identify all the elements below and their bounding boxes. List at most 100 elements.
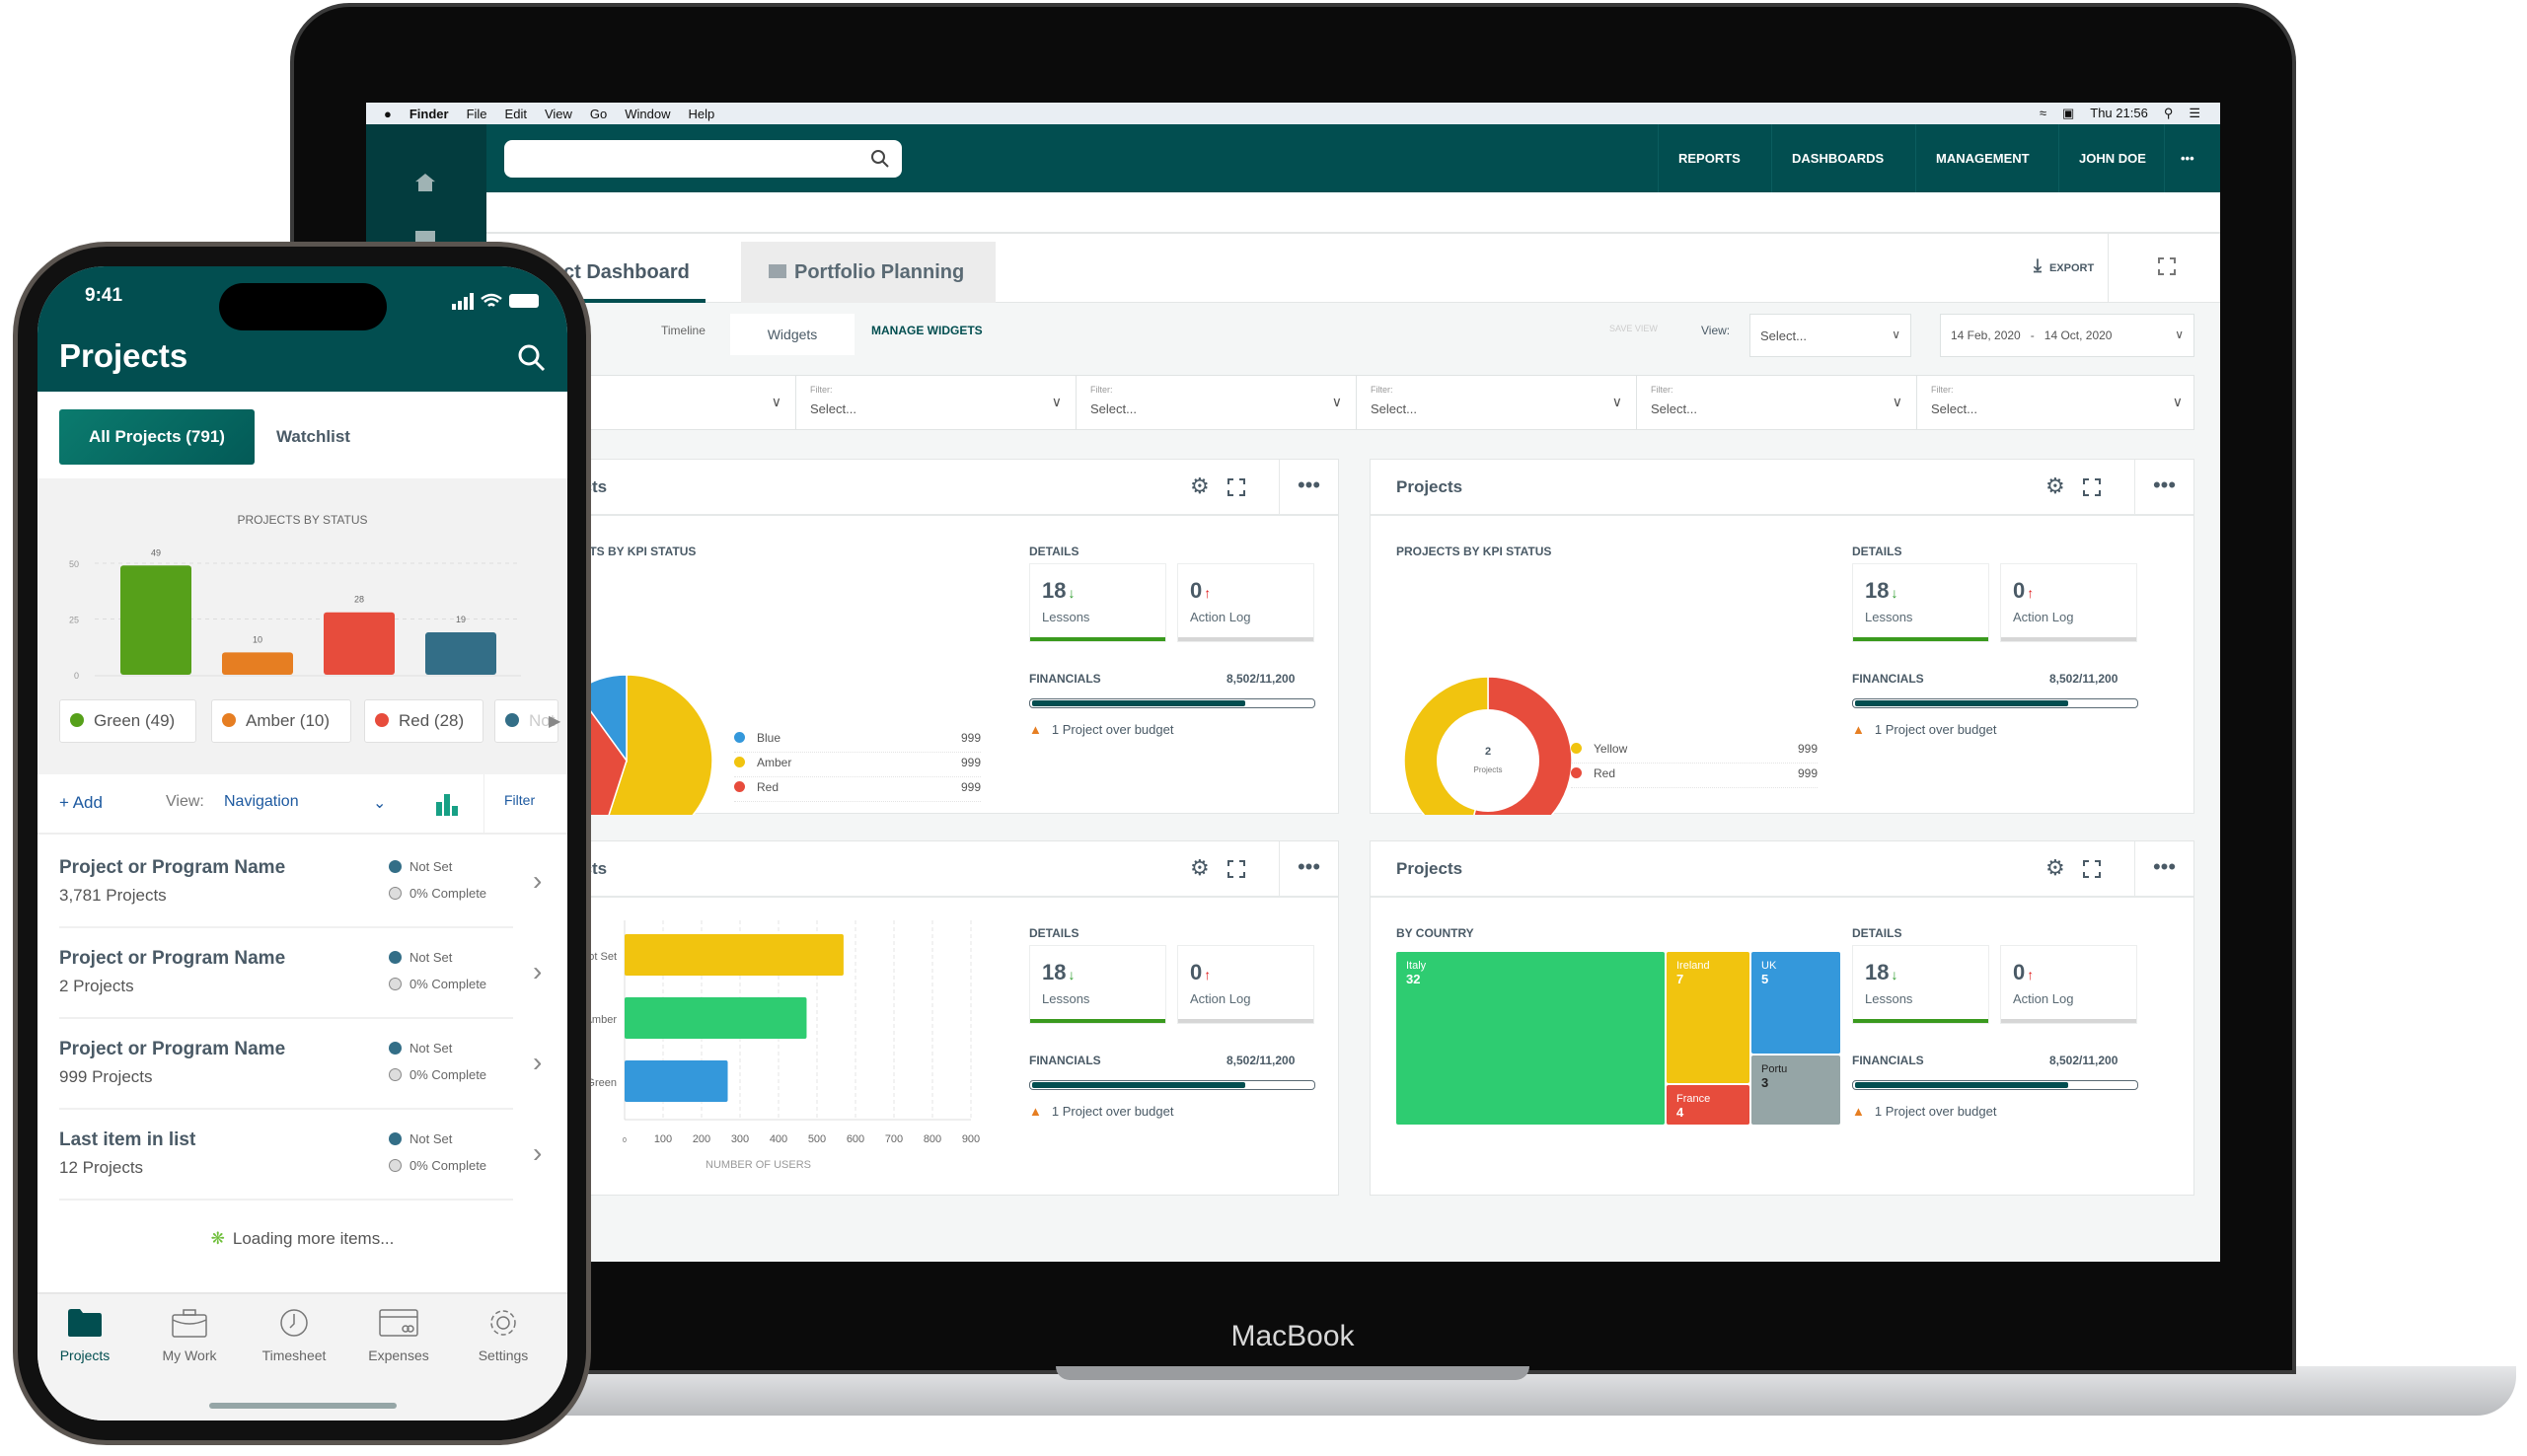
search-icon[interactable] [517, 343, 547, 373]
home-icon[interactable] [415, 174, 435, 191]
view-label: View: [1701, 324, 1731, 337]
clock[interactable]: Thu 21:56 [2090, 106, 2148, 121]
menu-finder[interactable]: Finder [409, 107, 449, 121]
view-select[interactable]: Select... ∨ [1749, 314, 1911, 357]
item-subtitle: 999 Projects [59, 1067, 153, 1086]
nav-management[interactable]: MANAGEMENT [1915, 124, 2049, 192]
search-input[interactable] [504, 140, 902, 178]
chip-amber[interactable]: Amber (10) [211, 699, 351, 743]
financials-label: FINANCIALS [1852, 1054, 1924, 1067]
battery-icon[interactable]: ▣ [2062, 106, 2074, 121]
tabbar-settings[interactable]: Settings [454, 1308, 553, 1363]
list-item[interactable]: Last item in list 12 Projects Not Set 0% Co… [59, 1110, 542, 1201]
list-item[interactable]: Project or Program Name 2 Projects Not Set… [59, 928, 542, 1019]
treemap-cell-ireland[interactable]: Ireland 7 [1667, 952, 1749, 1083]
phone-screen: 9:41 Projects All Projects (791) Watchli… [37, 266, 567, 1420]
filter-6[interactable]: Filter: Select... ∨ [1916, 376, 2196, 429]
tabbar-expenses[interactable]: Expenses [349, 1308, 448, 1363]
chevron-down-icon: ∨ [1331, 394, 1342, 409]
nav-reports[interactable]: REPORTS [1658, 124, 1760, 192]
chip-green[interactable]: Green (49) [59, 699, 196, 743]
treemap-cell-italy[interactable]: Italy 32 [1396, 952, 1665, 1125]
legend-label: Red [1594, 766, 1616, 780]
treemap-cell-france[interactable]: France 4 [1667, 1085, 1749, 1125]
progress-circle-icon [389, 887, 402, 900]
status-dot [389, 951, 402, 964]
cell-value: 3 [1761, 1075, 1769, 1090]
bar-value-label: 19 [456, 615, 466, 624]
legend-value: 999 [960, 780, 981, 794]
bar-not-set [425, 632, 496, 675]
more-menu-button[interactable]: ••• [2164, 124, 2210, 192]
treemap-cell-uk[interactable]: UK 5 [1751, 952, 1840, 1054]
action-log-card[interactable]: 0 ↑ Action Log [2000, 945, 2137, 1024]
control-center-icon[interactable]: ☰ [2189, 106, 2200, 121]
nav-dashboards[interactable]: DASHBOARDS [1771, 124, 1903, 192]
filter-3[interactable]: Filter: Select... ∨ [1076, 376, 1356, 429]
manage-widgets-link[interactable]: MANAGE WIDGETS [871, 324, 983, 337]
tab-watchlist[interactable]: Watchlist [276, 427, 350, 447]
signal-icon [452, 293, 474, 310]
filter-button[interactable]: Filter [483, 774, 567, 835]
tab-label: Expenses [368, 1347, 429, 1363]
menu-view[interactable]: View [545, 107, 572, 121]
legend-dot [734, 732, 745, 743]
legend-dot [1571, 767, 1582, 778]
filter-4[interactable]: Filter: Select... ∨ [1356, 376, 1636, 429]
x-tick-label: 400 [770, 1133, 787, 1145]
save-view-button[interactable]: SAVE VIEW [1609, 324, 1658, 333]
status-dot [375, 713, 389, 727]
legend-dot [734, 757, 745, 767]
menu-go[interactable]: Go [590, 107, 607, 121]
menu-help[interactable]: Help [689, 107, 715, 121]
tabbar-my-work[interactable]: My Work [140, 1308, 239, 1363]
item-status: Not Set [389, 1131, 452, 1146]
list-item[interactable]: Project or Program Name 3,781 Projects Not… [59, 837, 542, 928]
status-dot [389, 860, 402, 873]
menu-file[interactable]: File [467, 107, 487, 121]
tab-label: Timesheet [261, 1347, 327, 1363]
tabbar-projects[interactable]: Projects [37, 1308, 134, 1363]
treemap-cell-portu[interactable]: Portu 3 [1751, 1056, 1840, 1125]
chevron-down-icon[interactable]: ⌄ [373, 793, 386, 813]
chart-toggle-icon[interactable] [436, 794, 458, 816]
list-item[interactable]: Project or Program Name 999 Projects Not S… [59, 1019, 542, 1110]
date-to: 14 Oct, 2020 [2044, 328, 2113, 342]
date-range-picker[interactable]: 14 Feb, 2020 - 14 Oct, 2020 ∨ [1940, 314, 2194, 357]
legend-value: 999 [1797, 766, 1818, 780]
menu-edit[interactable]: Edit [505, 107, 527, 121]
tab-label: Portfolio Planning [794, 261, 965, 283]
bar-red [324, 612, 395, 675]
tabbar-timesheet[interactable]: Timesheet [245, 1308, 343, 1363]
legend-label: Red [757, 780, 780, 794]
nav-user[interactable]: JOHN DOE [2058, 124, 2166, 192]
export-button[interactable]: ⤓ EXPORT [2034, 255, 2094, 276]
filter-5[interactable]: Filter: Select... ∨ [1636, 376, 1916, 429]
menu-window[interactable]: Window [625, 107, 670, 121]
scroll-right-icon[interactable]: ▶ [549, 711, 560, 731]
tab-portfolio-planning[interactable]: Portfolio Planning [741, 242, 996, 303]
widgets-tab[interactable]: Widgets [730, 314, 855, 355]
chip-red[interactable]: Red (28) [364, 699, 483, 743]
bar-amber [222, 652, 293, 675]
filter-label: Filter: [1371, 385, 1393, 395]
filter-2[interactable]: Filter: Select... ∨ [795, 376, 1076, 429]
wifi-icon[interactable]: ≈ [2040, 106, 2046, 121]
fullscreen-button[interactable] [2108, 234, 2220, 303]
timeline-tab[interactable]: Timeline [661, 324, 706, 337]
lessons-card[interactable]: 18 ↓ Lessons [1852, 945, 1989, 1024]
trend-down-icon: ↓ [1891, 967, 1898, 983]
item-progress: 0% Complete [389, 977, 486, 991]
spotlight-icon[interactable]: ⚲ [2164, 106, 2174, 121]
apple-icon[interactable]: ● [384, 107, 392, 121]
chevron-down-icon: ∨ [2172, 394, 2183, 409]
cell-label: Italy [1406, 960, 1427, 972]
status-dot [222, 713, 236, 727]
add-button[interactable]: + Add [59, 793, 103, 813]
tab-all-projects[interactable]: All Projects (791) [59, 409, 255, 465]
donut-hole [1437, 709, 1539, 812]
y-tick-label: 25 [69, 616, 79, 625]
view-select[interactable]: Navigation [224, 793, 299, 811]
cell-value: 7 [1676, 972, 1684, 986]
item-progress: 0% Complete [389, 1067, 486, 1082]
